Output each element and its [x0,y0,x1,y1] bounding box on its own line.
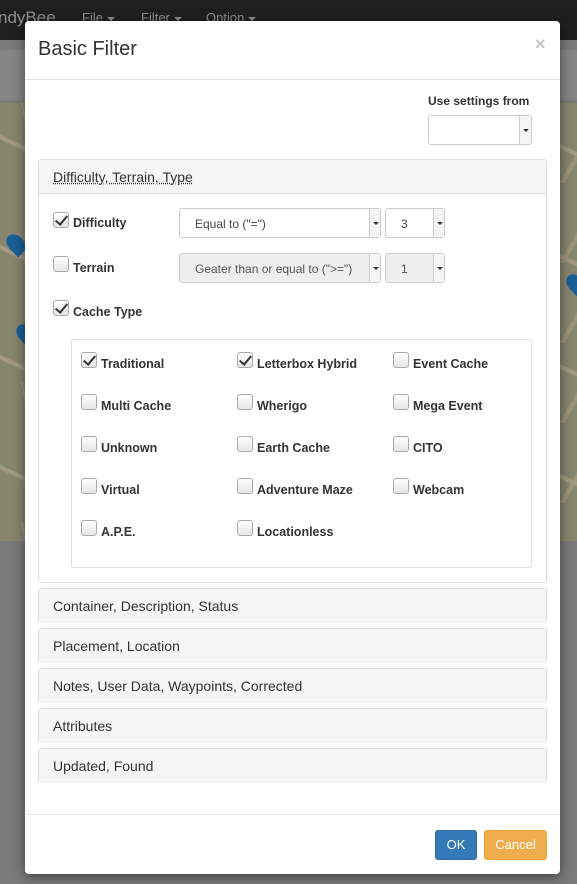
type-cito-label: CITO [413,441,443,455]
type-cito-checkbox[interactable] [393,436,409,452]
dropdown-toggle[interactable] [369,209,380,237]
difficulty-value-select[interactable]: 3 [385,208,445,238]
panel-container-description-status[interactable]: Container, Description, Status [38,588,547,623]
panel-heading[interactable]: Placement, Location [39,629,546,663]
type-ape-label: A.P.E. [101,525,136,539]
modal-footer: OK Cancel [25,814,560,874]
map-marker-icon [562,270,577,298]
chevron-down-icon [437,267,443,270]
type-virtual-label: Virtual [101,483,140,497]
type-letterbox-label: Letterbox Hybrid [257,357,358,371]
panel-heading[interactable]: Updated, Found [39,749,546,783]
type-wherigo-checkbox[interactable] [237,394,253,410]
difficulty-label: Difficulty [73,216,127,230]
type-traditional-checkbox[interactable] [81,352,97,368]
close-icon[interactable]: × [535,34,546,55]
chevron-down-icon [437,222,443,225]
panel-heading[interactable]: Attributes [39,709,546,743]
terrain-operator-select[interactable]: Geater than or equal to (">=") [179,253,381,283]
type-event-label: Event Cache [413,357,489,371]
chevron-down-icon [173,16,182,21]
panel-heading-dtt[interactable]: Difficulty, Terrain, Type [39,160,546,194]
cache-type-checkbox[interactable] [53,300,69,316]
chevron-down-icon [373,222,379,225]
difficulty-checkbox[interactable] [53,212,69,228]
type-unknown-checkbox[interactable] [81,436,97,452]
type-ape-checkbox[interactable] [81,520,97,536]
use-settings-label: Use settings from [428,94,530,108]
type-locationless-label: Locationless [257,525,334,539]
modal-header: Basic Filter × [25,21,560,80]
cache-type-label: Cache Type [73,305,143,319]
dropdown-toggle[interactable] [433,209,444,237]
basic-filter-dialog: Basic Filter × Use settings from Difficu… [25,21,560,874]
type-earth-label: Earth Cache [257,441,330,455]
type-webcam-checkbox[interactable] [393,478,409,494]
terrain-value-select[interactable]: 1 [385,253,445,283]
type-letterbox-checkbox[interactable] [237,352,253,368]
chevron-down-icon [523,129,529,132]
terrain-label: Terrain [73,261,115,275]
type-webcam-label: Webcam [413,483,465,497]
terrain-checkbox[interactable] [53,256,69,272]
panel-attributes[interactable]: Attributes [38,708,547,743]
dropdown-toggle[interactable] [433,254,444,282]
type-traditional-label: Traditional [101,357,165,371]
difficulty-operator-select[interactable]: Equal to ("=") [179,208,381,238]
panel-heading[interactable]: Notes, User Data, Waypoints, Corrected [39,669,546,703]
type-event-checkbox[interactable] [393,352,409,368]
panel-updated-found[interactable]: Updated, Found [38,748,547,783]
dropdown-toggle[interactable] [369,254,380,282]
type-locationless-checkbox[interactable] [237,520,253,536]
type-multi-label: Multi Cache [101,399,172,413]
type-mega-event-label: Mega Event [413,399,483,413]
modal-title: Basic Filter [38,38,137,60]
type-mega-event-checkbox[interactable] [393,394,409,410]
panel-heading[interactable]: Container, Description, Status [39,589,546,623]
type-adventure-maze-checkbox[interactable] [237,478,253,494]
type-multi-checkbox[interactable] [81,394,97,410]
ok-button[interactable]: OK [435,830,477,860]
dropdown-toggle[interactable] [519,116,531,144]
chevron-down-icon [106,16,115,21]
type-unknown-label: Unknown [101,441,158,455]
type-virtual-checkbox[interactable] [81,478,97,494]
chevron-down-icon [373,267,379,270]
chevron-down-icon [248,16,257,21]
type-wherigo-label: Wherigo [257,399,307,413]
cancel-button[interactable]: Cancel [484,830,547,860]
use-settings-select[interactable] [428,115,532,145]
type-adventure-maze-label: Adventure Maze [257,483,353,497]
panel-placement-location[interactable]: Placement, Location [38,628,547,663]
type-earth-checkbox[interactable] [237,436,253,452]
panel-notes-user-data[interactable]: Notes, User Data, Waypoints, Corrected [38,668,547,703]
